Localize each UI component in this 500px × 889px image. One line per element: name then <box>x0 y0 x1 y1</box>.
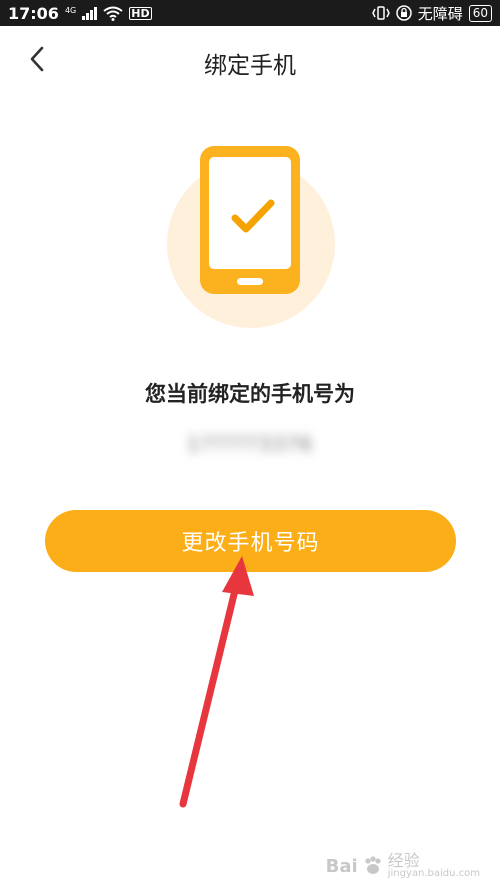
status-right: 无障碍 60 <box>371 3 492 24</box>
watermark-suffix: 经验 <box>387 851 420 870</box>
lock-rotation-icon <box>395 5 412 21</box>
battery-icon: 60 <box>468 4 492 22</box>
watermark-brand: Bai <box>325 855 358 877</box>
status-bar: 17:06 4G HD 无障碍 60 <box>0 0 500 26</box>
phone-check-icon <box>167 146 335 328</box>
status-time: 17:06 <box>8 3 59 23</box>
header: 绑定手机 <box>0 26 500 92</box>
accessibility-status: 无障碍 <box>417 4 463 23</box>
hd-icon: HD <box>129 6 152 20</box>
phone-screen <box>209 157 291 269</box>
network-type: 4G <box>64 5 77 15</box>
phone-home-button <box>237 278 263 285</box>
change-phone-button[interactable]: 更改手机号码 <box>45 510 456 572</box>
watermark-text: 经验 jingyan.baidu.com <box>388 853 480 879</box>
phone-number-blurred: 1?????3376 <box>186 432 314 456</box>
watermark-url: jingyan.baidu.com <box>387 868 480 879</box>
paw-icon <box>365 856 381 874</box>
wifi-icon <box>103 6 123 21</box>
vibrate-icon <box>371 6 390 20</box>
bound-phone-label: 您当前绑定的手机号为 <box>145 382 355 406</box>
arrow-shaft <box>179 574 242 808</box>
bound-phone-number: 1?????3376 <box>184 430 316 458</box>
page-title: 绑定手机 <box>204 53 296 79</box>
signal-icon <box>82 6 98 20</box>
watermark: Bai 经验 jingyan.baidu.com <box>326 853 480 879</box>
status-left: 17:06 4G HD <box>8 4 152 23</box>
